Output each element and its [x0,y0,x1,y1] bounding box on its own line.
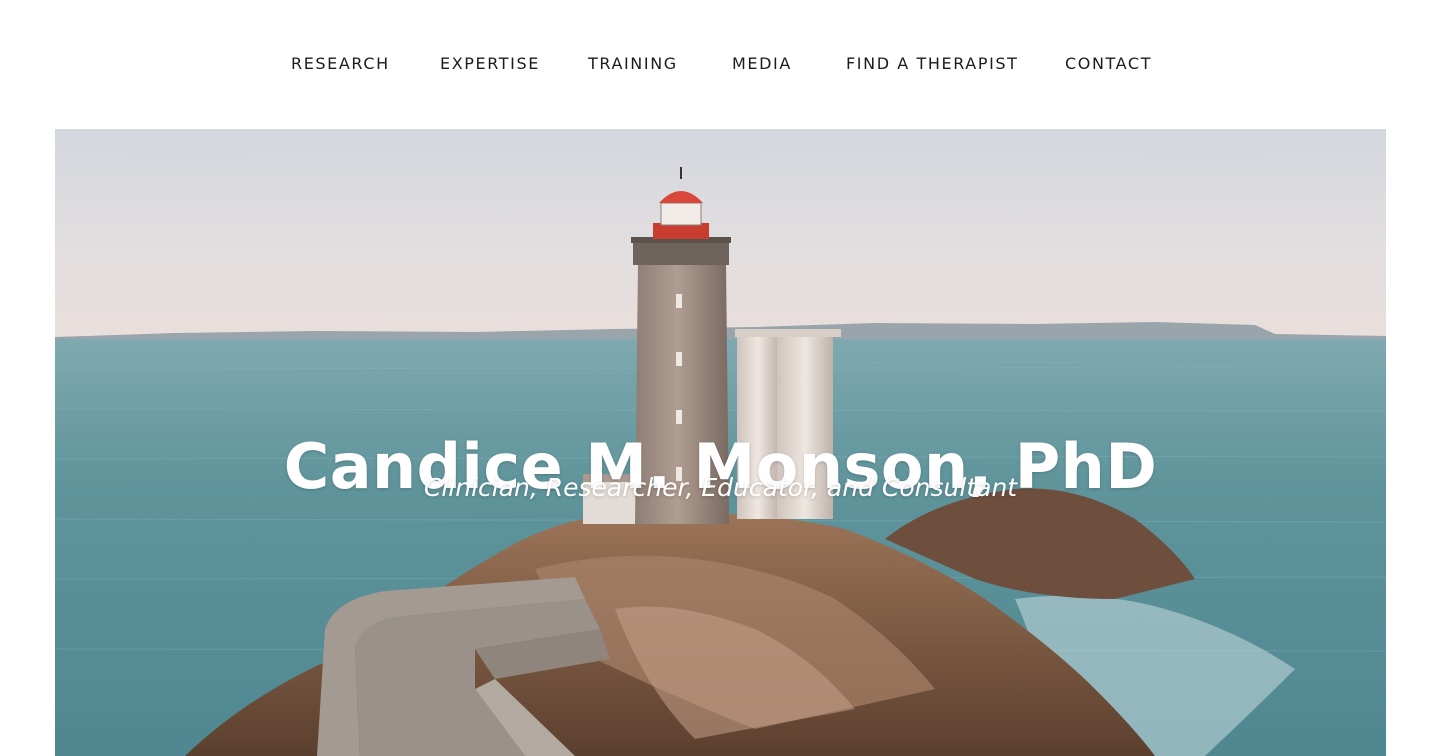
nav-link-media[interactable]: MEDIA [732,53,792,75]
nav-link-training[interactable]: TRAINING [588,53,678,75]
top-navigation: RESEARCH EXPERTISE TRAINING MEDIA FIND A… [0,0,1440,129]
nav-link-expertise[interactable]: EXPERTISE [440,53,540,75]
hero-subtitle: Clinician, Researcher, Educator, and Con… [423,473,1018,502]
nav-link-research[interactable]: RESEARCH [291,53,390,75]
page: RESEARCH EXPERTISE TRAINING MEDIA FIND A… [0,0,1440,756]
hero-banner: Candice M. Monson, PhD Clinician, Resear… [55,129,1386,756]
nav-link-contact[interactable]: CONTACT [1065,53,1152,75]
nav-link-find-a-therapist[interactable]: FIND A THERAPIST [846,53,1019,75]
nav-menu: RESEARCH EXPERTISE TRAINING MEDIA FIND A… [0,53,1440,77]
